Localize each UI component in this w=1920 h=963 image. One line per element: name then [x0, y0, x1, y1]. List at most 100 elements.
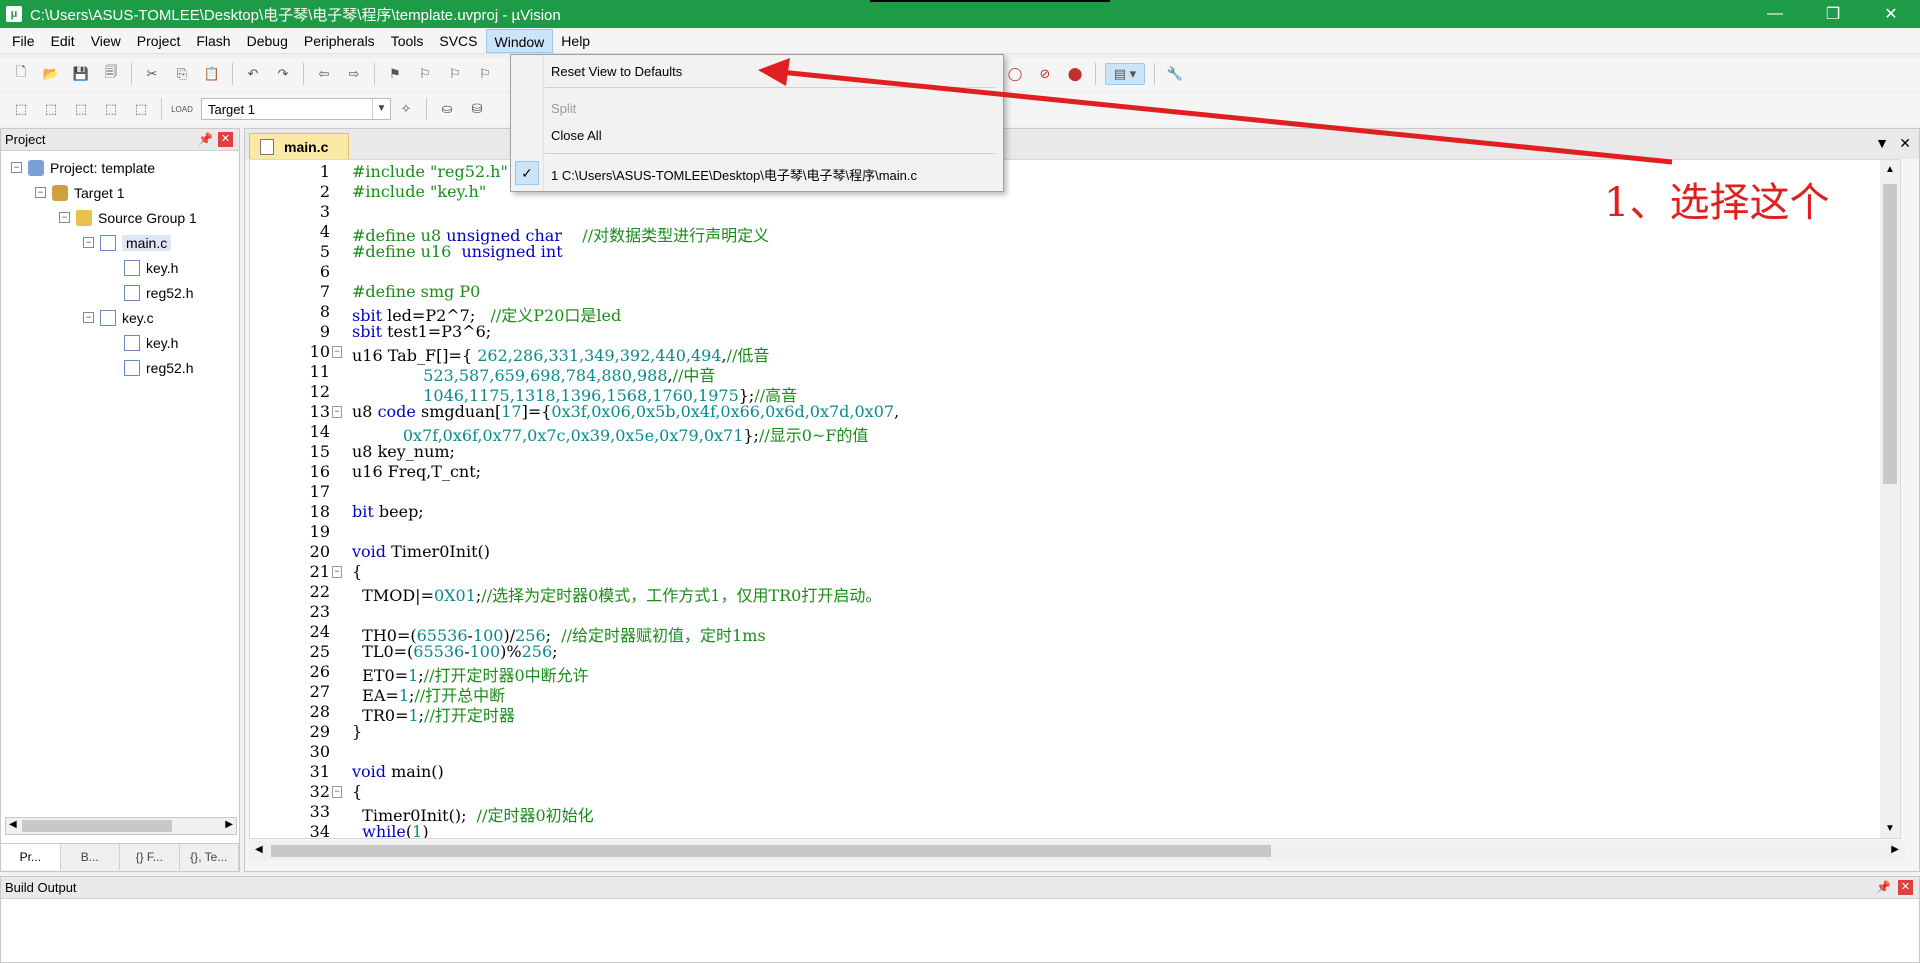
menu-file[interactable]: File [4, 29, 43, 53]
nav-forward-icon[interactable]: ⇨ [343, 63, 365, 85]
code-line[interactable]: #include "reg52.h" [352, 162, 508, 181]
menu-item-reset-view[interactable]: Reset View to Defaults [551, 64, 682, 79]
translate-icon[interactable]: ⬚ [10, 98, 32, 120]
new-file-icon[interactable]: 🗋 [10, 63, 32, 85]
collapse-icon[interactable]: − [59, 212, 70, 223]
code-line[interactable]: void Timer0Init() [352, 542, 490, 561]
project-horizontal-scrollbar[interactable]: ◀ ▶ [5, 817, 237, 835]
next-bookmark-icon[interactable]: ⚐ [444, 63, 466, 85]
target-select[interactable]: Target 1 ▼ [201, 98, 391, 120]
scroll-left-icon[interactable]: ◀ [9, 819, 17, 830]
code-line[interactable]: TL0=(65536-100)%256; [352, 642, 557, 661]
scroll-thumb[interactable] [22, 820, 172, 832]
menu-debug[interactable]: Debug [239, 29, 296, 53]
window-layout-icon[interactable]: ▤ ▾ [1105, 63, 1145, 85]
fold-toggle-icon[interactable]: − [332, 786, 342, 798]
stop-build-icon[interactable]: ⬚ [130, 98, 152, 120]
menu-item-close-all[interactable]: Close All [551, 128, 602, 143]
menu-edit[interactable]: Edit [43, 29, 83, 53]
tree-item[interactable]: − Source Group 1 [1, 205, 239, 230]
prev-bookmark-icon[interactable]: ⚐ [414, 63, 436, 85]
restore-button[interactable]: ❐ [1804, 0, 1862, 28]
disable-breakpoints-icon[interactable]: ⬤ [1064, 63, 1086, 85]
undo-icon[interactable]: ↶ [242, 63, 264, 85]
scroll-thumb[interactable] [1883, 184, 1897, 484]
build-icon[interactable]: ⬚ [40, 98, 62, 120]
tree-item[interactable]: − main.c [1, 230, 239, 255]
batch-build-icon[interactable]: ⬚ [100, 98, 122, 120]
code-line[interactable]: { [352, 782, 362, 801]
menu-view[interactable]: View [83, 29, 129, 53]
scroll-thumb[interactable] [271, 845, 1271, 857]
tree-item[interactable]: − key.c [1, 305, 239, 330]
copy-icon[interactable]: ⎘ [171, 63, 193, 85]
tree-item[interactable]: key.h [1, 255, 239, 280]
menu-window[interactable]: Window [485, 28, 554, 53]
manage-components-icon[interactable]: ⛀ [436, 98, 458, 120]
bookmark-icon[interactable]: ⚑ [384, 63, 406, 85]
code-line[interactable]: u8 code smgduan[17]={0x3f,0x06,0x5b,0x4f… [352, 402, 899, 421]
collapse-icon[interactable]: − [83, 237, 94, 248]
code-line[interactable]: u8 key_num; [352, 442, 455, 461]
code-line[interactable]: bit beep; [352, 502, 424, 521]
pin-icon[interactable]: 📌 [198, 132, 213, 146]
tab-project-panel[interactable]: Pr... [1, 844, 61, 870]
code-line[interactable]: { [352, 562, 362, 581]
collapse-icon[interactable]: − [35, 187, 46, 198]
scroll-up-icon[interactable]: ▲ [1885, 164, 1895, 175]
breakpoint-icon[interactable]: ◯ [1004, 63, 1026, 85]
collapse-icon[interactable]: − [11, 162, 22, 173]
menu-project[interactable]: Project [129, 29, 189, 53]
editor-vertical-scrollbar[interactable]: ▲ ▼ [1880, 160, 1900, 838]
fold-toggle-icon[interactable]: − [332, 406, 342, 418]
menu-help[interactable]: Help [553, 29, 598, 53]
code-line[interactable]: void main() [352, 762, 444, 781]
code-line[interactable]: TR0=1;//打开定时器 [352, 702, 515, 726]
scroll-down-icon[interactable]: ▼ [1885, 823, 1895, 834]
code-line[interactable]: #define u16 unsigned int [352, 242, 563, 261]
download-icon[interactable]: LOAD [171, 98, 193, 120]
code-line[interactable]: #define smg P0 [352, 282, 480, 301]
code-line[interactable]: while(1) [352, 822, 428, 838]
kill-breakpoints-icon[interactable]: ⊘ [1034, 63, 1056, 85]
clear-bookmarks-icon[interactable]: ⚐ [474, 63, 496, 85]
menu-tools[interactable]: Tools [383, 29, 432, 53]
scroll-right-icon[interactable]: ▶ [1891, 844, 1899, 855]
fold-toggle-icon[interactable]: − [332, 346, 342, 358]
tree-item[interactable]: reg52.h [1, 280, 239, 305]
tree-item[interactable]: reg52.h [1, 355, 239, 380]
save-icon[interactable]: 💾 [70, 63, 92, 85]
paste-icon[interactable]: 📋 [201, 63, 223, 85]
close-window-button[interactable]: ✕ [1862, 0, 1920, 28]
collapse-icon[interactable]: − [83, 312, 94, 323]
code-line[interactable]: u16 Freq,T_cnt; [352, 462, 481, 481]
tab-list-icon[interactable]: ▼ [1875, 135, 1889, 151]
redo-icon[interactable]: ↷ [272, 63, 294, 85]
pin-icon[interactable]: 📌 [1876, 880, 1891, 894]
code-line[interactable]: sbit test1=P3^6; [352, 322, 491, 341]
nav-back-icon[interactable]: ⇦ [313, 63, 335, 85]
code-line[interactable]: } [352, 722, 362, 741]
tree-item[interactable]: − Project: template [1, 155, 239, 180]
rebuild-icon[interactable]: ⬚ [70, 98, 92, 120]
menu-svcs[interactable]: SVCS [431, 29, 485, 53]
editor-horizontal-scrollbar[interactable]: ◀ ▶ [249, 841, 1905, 861]
tree-item[interactable]: key.h [1, 330, 239, 355]
scroll-right-icon[interactable]: ▶ [225, 819, 233, 830]
fold-toggle-icon[interactable]: − [332, 566, 342, 578]
open-file-icon[interactable]: 📂 [40, 63, 62, 85]
close-tab-icon[interactable]: ✕ [1899, 135, 1911, 152]
minimize-button[interactable]: — [1746, 0, 1804, 28]
close-panel-button[interactable]: ✕ [1898, 880, 1913, 895]
target-options-icon[interactable]: ✧ [395, 98, 417, 120]
menu-item-recent-file[interactable]: 1 C:\Users\ASUS-TOMLEE\Desktop\电子琴\电子琴\程… [551, 165, 917, 184]
tree-item[interactable]: − Target 1 [1, 180, 239, 205]
cut-icon[interactable]: ✂ [141, 63, 163, 85]
menu-flash[interactable]: Flash [188, 29, 238, 53]
menu-peripherals[interactable]: Peripherals [296, 29, 383, 53]
tab-project-panel[interactable]: {}, Te... [180, 844, 239, 870]
code-line[interactable]: TMOD|=0X01;//选择为定时器0模式，工作方式1，仅用TR0打开启动。 [352, 582, 881, 606]
save-all-icon[interactable]: 🗐 [100, 63, 122, 85]
code-line[interactable]: #include "key.h" [352, 182, 486, 201]
tab-main-c[interactable]: main.c [249, 133, 349, 159]
